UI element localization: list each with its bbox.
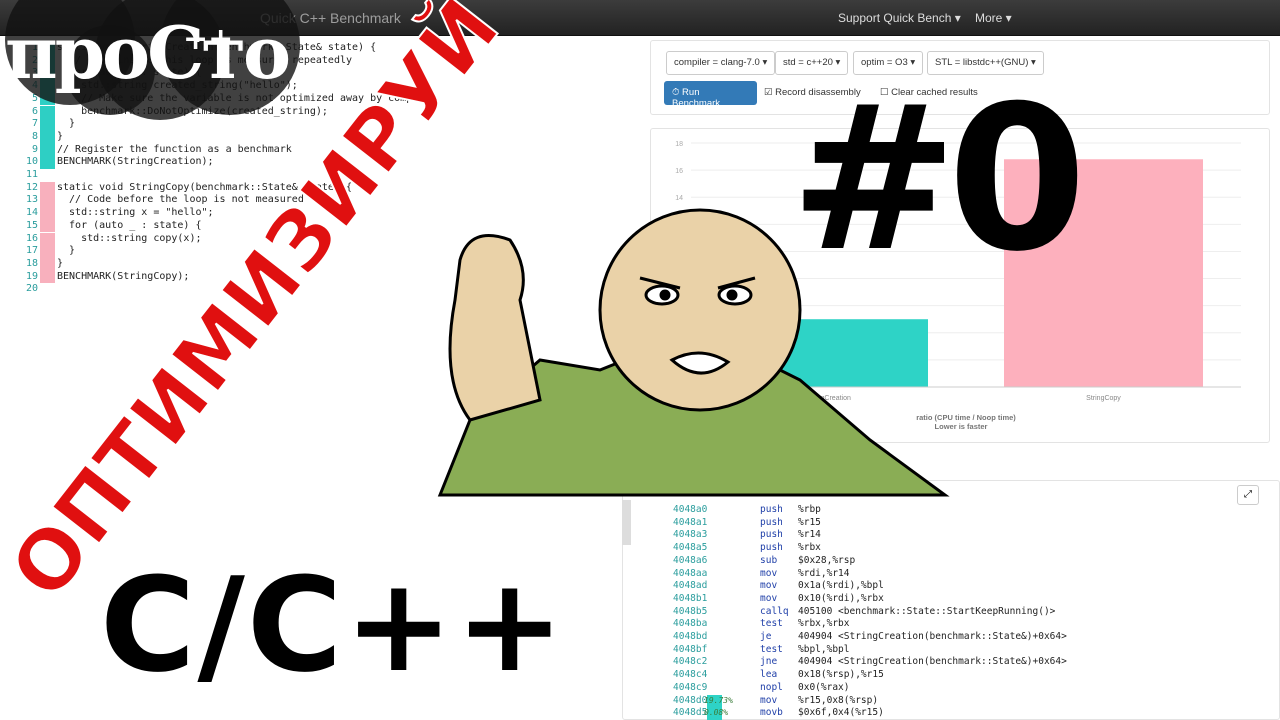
logo-plus: ++ — [183, 22, 234, 57]
channel-logo: проСто — [5, 10, 291, 95]
episode-number: #0 — [790, 63, 1087, 296]
language-label: C/C++ — [100, 549, 567, 701]
